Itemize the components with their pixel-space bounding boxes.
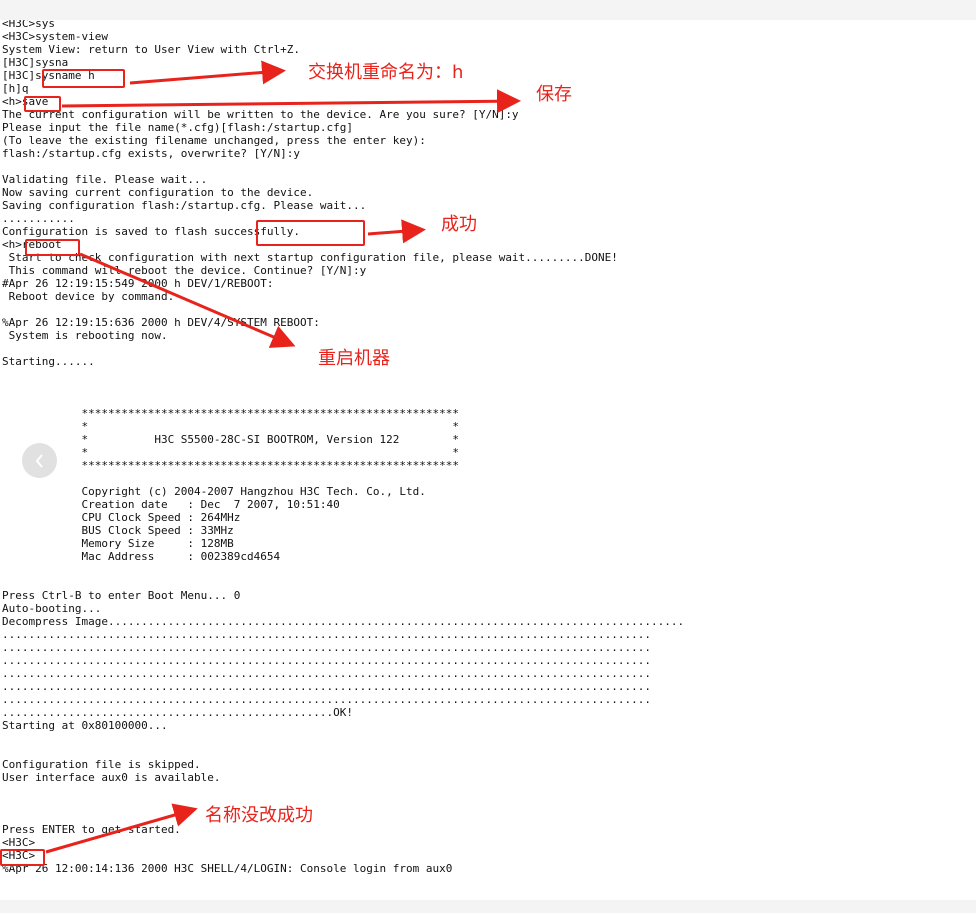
chevron-left-icon: [35, 453, 43, 468]
terminal-line: User interface aux0 is available.: [2, 771, 221, 784]
note-name-not-changed: 名称没改成功: [205, 805, 313, 826]
terminal-line: Auto-booting...: [2, 602, 102, 615]
terminal-line: Configuration is saved to flash successf…: [2, 225, 301, 238]
terminal-line: Please input the file name(*.cfg)[flash:…: [2, 121, 353, 134]
terminal-line: * *: [2, 446, 459, 459]
terminal-line: System View: return to User View with Ct…: [2, 43, 301, 56]
terminal-line: BUS Clock Speed : 33MHz: [2, 524, 234, 537]
terminal-line: Now saving current configuration to the …: [2, 186, 314, 199]
terminal-line: Press Ctrl-B to enter Boot Menu... 0: [2, 589, 241, 602]
terminal-line: <h>save: [2, 95, 49, 108]
terminal-line: Configuration file is skipped.: [2, 758, 201, 771]
terminal-line: flash:/startup.cfg exists, overwrite? [Y…: [2, 147, 301, 160]
terminal-line: CPU Clock Speed : 264MHz: [2, 511, 241, 524]
terminal-line: ........................................…: [2, 693, 652, 706]
terminal-line: <H3C>system-view: [2, 30, 108, 43]
note-save: 保存: [536, 84, 572, 105]
terminal-line: ........................................…: [2, 641, 652, 654]
note-rename: 交换机重命名为：h: [308, 62, 464, 83]
prev-button[interactable]: [22, 443, 57, 478]
terminal-line: Reboot device by command.: [2, 290, 175, 303]
terminal-line: ........................................…: [2, 667, 652, 680]
terminal-line: <H3C>sys: [2, 20, 55, 30]
terminal-line: ........................................…: [2, 628, 652, 641]
terminal-line: %Apr 26 12:00:14:136 2000 H3C SHELL/4/LO…: [2, 862, 453, 875]
terminal-line: This command will reboot the device. Con…: [2, 264, 367, 277]
terminal-line: <h>reboot: [2, 238, 62, 251]
terminal-line: Creation date : Dec 7 2007, 10:51:40: [2, 498, 340, 511]
terminal-line: #Apr 26 12:19:15:549 2000 h DEV/1/REBOOT…: [2, 277, 274, 290]
terminal-line: ........................................…: [2, 654, 652, 667]
note-success: 成功: [441, 214, 477, 235]
terminal-line: <H3C>: [2, 849, 36, 862]
terminal-line: Copyright (c) 2004-2007 Hangzhou H3C Tec…: [2, 485, 426, 498]
terminal-line: (To leave the existing filename unchange…: [2, 134, 426, 147]
terminal-line: <H3C>: [2, 836, 36, 849]
terminal-line: Decompress Image........................…: [2, 615, 685, 628]
note-reboot: 重启机器: [318, 348, 390, 369]
terminal-line: %Apr 26 12:19:15:636 2000 h DEV/4/SYSTEM…: [2, 316, 320, 329]
terminal-line: ****************************************…: [2, 459, 459, 472]
terminal-line: ........................................…: [2, 706, 353, 719]
terminal-line: Press ENTER to get started.: [2, 823, 181, 836]
terminal-line: Mac Address : 002389cd4654: [2, 550, 281, 563]
terminal-line: ****************************************…: [2, 407, 459, 420]
terminal-output: <H3C>sys <H3C>system-view System View: ret…: [2, 20, 684, 875]
terminal-line: The current configuration will be writte…: [2, 108, 519, 121]
terminal-line: ...........: [2, 212, 75, 225]
terminal-line: * H3C S5500-28C-SI BOOTROM, Version 122 …: [2, 433, 459, 446]
terminal-viewport: <H3C>sys <H3C>system-view System View: ret…: [0, 20, 976, 900]
terminal-line: System is rebooting now.: [2, 329, 168, 342]
terminal-line: Validating file. Please wait...: [2, 173, 208, 186]
terminal-line: Memory Size : 128MB: [2, 537, 234, 550]
terminal-line: * *: [2, 420, 459, 433]
terminal-line: ........................................…: [2, 680, 652, 693]
terminal-line: Start to check configuration with next s…: [2, 251, 618, 264]
terminal-line: Starting at 0x80100000...: [2, 719, 168, 732]
terminal-line: Saving configuration flash:/startup.cfg.…: [2, 199, 367, 212]
